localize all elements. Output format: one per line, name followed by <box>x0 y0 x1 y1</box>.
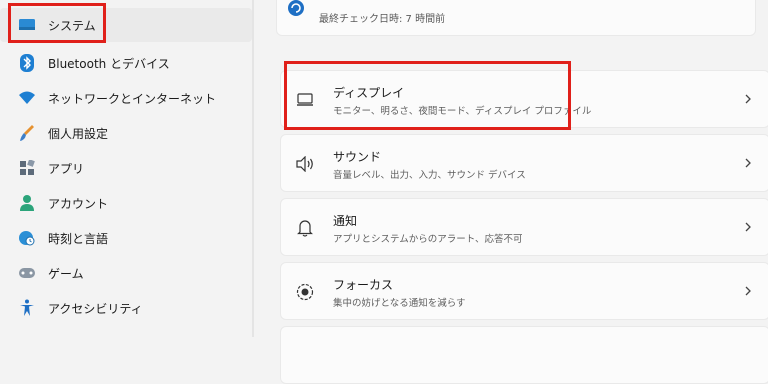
sidebar-item-label: 時刻と言語 <box>48 231 109 246</box>
display-card[interactable]: ディスプレイ モニター、明るさ、夜間モード、ディスプレイ プロファイル <box>280 70 768 128</box>
card-title: フォーカス <box>333 278 394 292</box>
focus-card[interactable]: フォーカス 集中の妨げとなる通知を減らす <box>280 262 768 320</box>
system-display-icon <box>18 16 36 34</box>
card-title: 通知 <box>333 214 358 228</box>
sidebar-item-apps[interactable]: アプリ <box>0 151 252 185</box>
accessibility-icon <box>18 299 36 317</box>
card-subtitle: 音量レベル、出力、入力、サウンド デバイス <box>333 170 526 181</box>
chevron-right-icon <box>745 222 751 232</box>
bluetooth-icon <box>18 54 36 72</box>
chevron-right-icon <box>745 94 751 104</box>
sidebar-item-label: 個人用設定 <box>48 126 109 141</box>
person-icon <box>18 194 36 212</box>
monitor-icon <box>295 90 315 110</box>
card-subtitle: アプリとシステムからのアラート、応答不可 <box>333 234 523 245</box>
sidebar-item-time-language[interactable]: 時刻と言語 <box>0 221 252 255</box>
sidebar-item-accounts[interactable]: アカウント <box>0 186 252 220</box>
globe-clock-icon <box>18 229 36 247</box>
sidebar-item-label: システム <box>48 18 96 33</box>
card-subtitle: モニター、明るさ、夜間モード、ディスプレイ プロファイル <box>333 106 592 117</box>
sidebar-item-label: アクセシビリティ <box>48 301 143 316</box>
update-icon <box>287 0 305 21</box>
sidebar-item-personalization[interactable]: 個人用設定 <box>0 116 252 150</box>
focus-icon <box>295 282 315 302</box>
next-card-partial[interactable] <box>280 326 768 384</box>
card-title: サウンド <box>333 150 382 164</box>
sidebar-item-label: ゲーム <box>48 266 84 281</box>
bell-icon <box>295 218 315 238</box>
sound-card[interactable]: サウンド 音量レベル、出力、入力、サウンド デバイス <box>280 134 768 192</box>
sidebar-item-gaming[interactable]: ゲーム <box>0 256 252 290</box>
sidebar-item-label: アカウント <box>48 196 109 211</box>
sidebar-item-label: Bluetooth とデバイス <box>48 56 170 71</box>
notifications-card[interactable]: 通知 アプリとシステムからのアラート、応答不可 <box>280 198 768 256</box>
apps-icon <box>18 159 36 177</box>
speaker-icon <box>295 154 315 174</box>
card-title: ディスプレイ <box>333 86 405 100</box>
sidebar-item-bluetooth[interactable]: Bluetooth とデバイス <box>0 46 252 80</box>
main-content: 最終チェック日時: 7 時間前 ディスプレイ モニター、明るさ、夜間モード、ディ… <box>254 0 768 384</box>
sidebar-item-label: ネットワークとインターネット <box>48 91 217 106</box>
sidebar-item-network[interactable]: ネットワークとインターネット <box>0 81 252 115</box>
wifi-icon <box>18 89 36 107</box>
card-subtitle: 集中の妨げとなる通知を減らす <box>333 298 466 309</box>
sidebar-item-system[interactable]: システム <box>0 8 252 42</box>
last-check-text: 最終チェック日時: 7 時間前 <box>319 14 446 25</box>
sidebar-item-label: アプリ <box>48 161 85 176</box>
chevron-right-icon <box>745 158 751 168</box>
gamepad-icon <box>18 264 36 282</box>
paintbrush-icon <box>18 124 36 142</box>
sidebar: システム Bluetooth とデバイス ネットワークとインターネット 個人用設… <box>0 0 252 337</box>
update-status-card: 最終チェック日時: 7 時間前 <box>276 0 756 36</box>
chevron-right-icon <box>745 286 751 296</box>
sidebar-item-accessibility[interactable]: アクセシビリティ <box>0 291 252 325</box>
